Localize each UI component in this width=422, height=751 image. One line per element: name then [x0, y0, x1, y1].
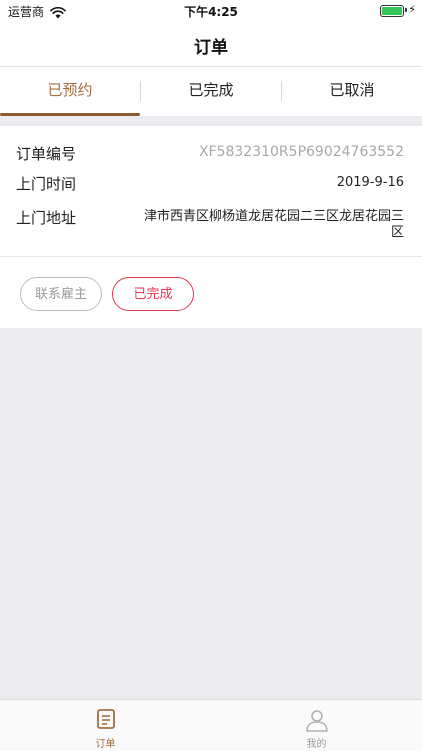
divider: [0, 256, 422, 257]
tabbar-item-orders[interactable]: 订单: [0, 700, 211, 751]
clock: 下午4:25: [184, 5, 238, 19]
mark-completed-button[interactable]: 已完成: [112, 277, 194, 311]
bottom-tab-bar: 订单 我的: [0, 699, 422, 751]
profile-icon: [305, 708, 329, 736]
order-tabs: 已预约 已完成 已取消: [0, 67, 422, 116]
navigation-bar: 订单: [0, 22, 422, 67]
tab-completed[interactable]: 已完成: [141, 67, 281, 114]
empty-list-area: [0, 328, 422, 699]
visit-address-label: 上门地址: [16, 209, 77, 227]
page-title: 订单: [194, 38, 228, 58]
charging-icon: ⚡: [408, 3, 416, 16]
order-icon: [96, 708, 116, 734]
visit-time-label: 上门时间: [16, 175, 77, 193]
contact-employer-button[interactable]: 联系雇主: [20, 277, 102, 311]
visit-time-value: 2019-9-16: [336, 175, 404, 190]
order-card[interactable]: 订单编号 XF5832310R5P69024763552 上门时间 2019-9…: [0, 126, 422, 328]
visit-address-value: 津市西青区柳杨道龙居花园二三区龙居花园三区: [143, 209, 404, 240]
status-bar: 运营商 下午4:25 ⚡: [0, 0, 422, 22]
tabbar-item-profile[interactable]: 我的: [211, 700, 422, 751]
tabbar-label-orders: 订单: [95, 739, 116, 750]
battery-icon: [380, 5, 404, 17]
order-number-value: XF5832310R5P69024763552: [198, 144, 404, 160]
tabbar-label-profile: 我的: [306, 739, 327, 750]
tab-booked[interactable]: 已预约: [0, 67, 140, 114]
tab-cancelled[interactable]: 已取消: [282, 67, 422, 114]
order-number-label: 订单编号: [16, 145, 77, 163]
section-gap: [0, 116, 422, 126]
